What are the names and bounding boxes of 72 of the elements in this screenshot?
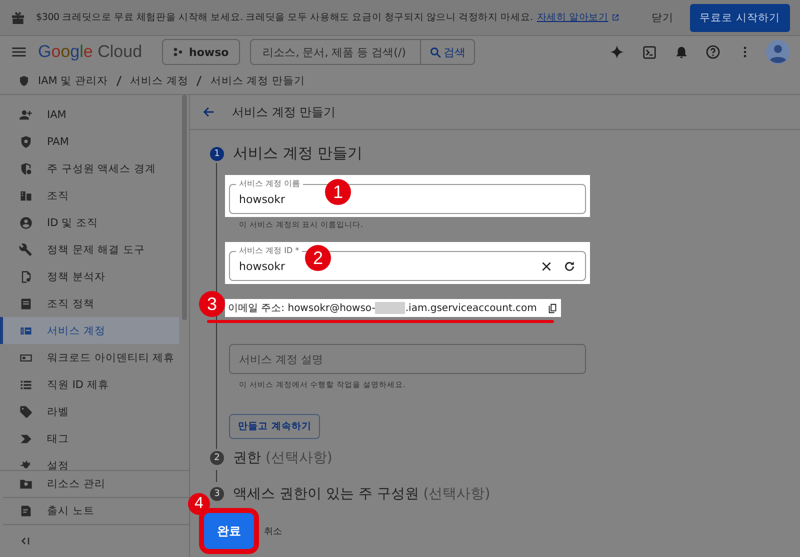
- step-number: 2: [210, 451, 224, 465]
- sidebar-item[interactable]: 직원 ID 제휴: [0, 371, 179, 398]
- sidebar-item[interactable]: PAM: [0, 128, 179, 155]
- annotation-badge: 1: [325, 179, 351, 205]
- field-placeholder: 서비스 계정 설명: [239, 352, 323, 366]
- document-search-icon: [19, 270, 33, 284]
- search-icon: [428, 46, 442, 58]
- copy-icon[interactable]: [546, 302, 558, 314]
- sidebar-item[interactable]: 정책 분석자: [0, 263, 179, 290]
- sidebar-item[interactable]: 정책 문제 해결 도구: [0, 236, 179, 263]
- breadcrumb-link[interactable]: 서비스 계정 만들기: [210, 74, 306, 88]
- field-label: 서비스 계정 ID *: [236, 246, 302, 256]
- wrench-icon: [19, 242, 33, 256]
- step-title[interactable]: 서비스 계정 만들기: [233, 144, 363, 163]
- page-title: 서비스 계정 만들기: [232, 104, 336, 120]
- slash-icon: [116, 76, 122, 86]
- folder-icon: [19, 477, 33, 491]
- step-number: 3: [210, 487, 224, 501]
- email-suffix: .iam.gserviceaccount.com: [405, 302, 537, 314]
- scrollbar[interactable]: [182, 95, 187, 320]
- external-link-icon: [611, 13, 620, 22]
- sidebar-item[interactable]: 조직 정책: [0, 290, 179, 317]
- sidebar-item[interactable]: 주 구성원 액세스 경계: [0, 155, 179, 182]
- sidebar-item[interactable]: 태그: [0, 425, 179, 452]
- gift-icon: [10, 10, 26, 26]
- refresh-icon[interactable]: [563, 260, 576, 272]
- slash-icon: [196, 76, 202, 86]
- field-label: 서비스 계정 이름: [236, 179, 304, 189]
- sidebar-item[interactable]: 조직: [0, 182, 179, 209]
- sidebar-item[interactable]: 리소스 관리: [3, 471, 189, 498]
- create-continue-button[interactable]: 만들고 계속하기: [229, 414, 320, 439]
- banner-text: $300 크레딧으로 무료 체험판을 시작해 보세요. 크레딧을 모두 사용해도 요금이 청구되지 않으니 걱정하지 마세요. 자세히 알아보기: [36, 11, 636, 24]
- field-value: howsokr: [239, 192, 286, 206]
- start-free-button[interactable]: 무료로 시작하기: [690, 4, 790, 32]
- document-icon: [19, 504, 33, 518]
- sidebar-item[interactable]: ID 및 조직: [0, 209, 179, 236]
- back-arrow-icon[interactable]: [202, 105, 216, 119]
- step-title[interactable]: 권한 (선택사항): [233, 449, 332, 467]
- annotation-badge: 3: [199, 291, 225, 317]
- annotation-badge: 2: [305, 245, 331, 271]
- search-button[interactable]: 검색: [420, 40, 474, 64]
- building-icon: [19, 188, 33, 202]
- learn-more-link[interactable]: 자세히 알아보기: [536, 11, 608, 24]
- sidebar-item[interactable]: IAM: [0, 101, 179, 128]
- done-button[interactable]: 완료: [204, 513, 254, 549]
- shield-icon: [19, 162, 33, 176]
- sidebar-item[interactable]: 라벨: [0, 398, 179, 425]
- step-title[interactable]: 액세스 권한이 있는 주 구성원 (선택사항): [233, 485, 490, 503]
- email-prefix: 이메일 주소: howsokr@howso-: [228, 302, 376, 315]
- search-field[interactable]: 리소스, 문서, 제품 등 검색(/) 검색: [250, 39, 475, 65]
- sidebar-item[interactable]: 출시 노트: [3, 498, 189, 525]
- field-value: howsokr: [239, 260, 286, 272]
- dismiss-button[interactable]: 닫기: [646, 6, 680, 28]
- cancel-button[interactable]: 취소: [260, 524, 286, 538]
- close-icon[interactable]: [540, 260, 553, 272]
- step-number: 1: [210, 146, 224, 160]
- breadcrumb-link[interactable]: 서비스 계정: [130, 74, 188, 88]
- document-icon: [19, 296, 33, 310]
- project-picker[interactable]: howso: [162, 39, 240, 65]
- redacted-block: [375, 302, 406, 314]
- person-add-icon: [19, 108, 33, 122]
- shield-icon: [18, 75, 30, 87]
- sidebar-item[interactable]: 서비스 계정: [0, 317, 179, 344]
- sidebar-item[interactable]: 워크로드 아이덴티티 제휴: [0, 344, 179, 371]
- shield-icon: [19, 134, 33, 148]
- collapse-icon[interactable]: [21, 536, 31, 546]
- logo[interactable]: Google Cloud: [38, 42, 142, 62]
- breadcrumb-link[interactable]: IAM 및 관리자: [38, 74, 108, 88]
- tag-icon: [19, 404, 33, 418]
- annotation-badge: 4: [188, 493, 210, 515]
- sidebar-item[interactable]: 설정: [0, 452, 179, 470]
- project-dots-icon: [173, 47, 184, 57]
